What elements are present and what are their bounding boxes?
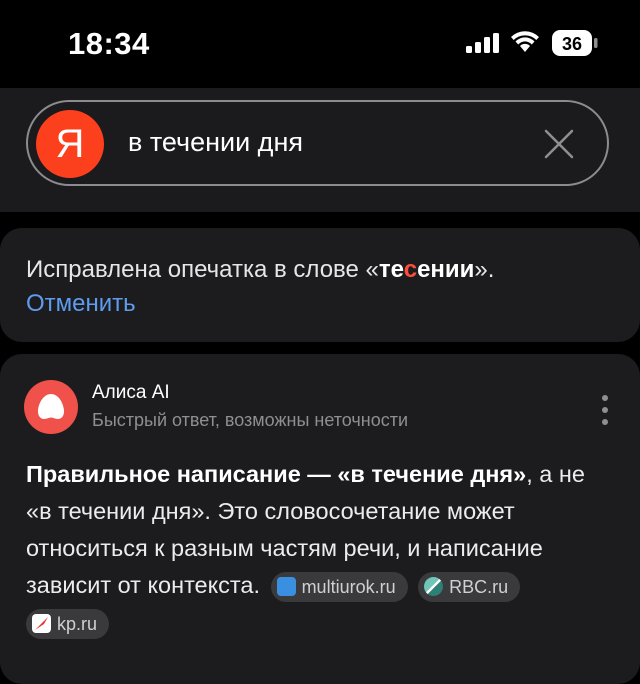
- more-options-icon[interactable]: [600, 394, 610, 426]
- alice-disclaimer: Быстрый ответ, возможны неточности: [92, 410, 409, 430]
- source-chip-multiurok[interactable]: multiurok.ru: [270, 571, 408, 602]
- answer-bold: Правильное написание — «в течение дня»: [26, 461, 527, 487]
- alice-name: Алиса AI: [92, 382, 170, 403]
- cellular-signal-icon: [466, 33, 499, 53]
- yandex-logo[interactable]: Я: [36, 110, 104, 178]
- corrected-word-part1: те: [378, 256, 404, 283]
- answer-text: Правильное написание — «в течение дня», …: [26, 456, 616, 641]
- rbc-icon: [424, 577, 444, 597]
- search-query[interactable]: в течении дня: [128, 127, 303, 158]
- corrected-letter: с: [403, 256, 418, 283]
- typo-suffix: ».: [474, 256, 495, 283]
- source-chip-rbc[interactable]: RBC.ru: [418, 571, 521, 602]
- source-chip-kp[interactable]: kp.ru: [26, 608, 110, 639]
- search-header: Я в течении дня: [0, 88, 640, 212]
- status-bar: 18:34 36: [0, 0, 640, 88]
- alice-logo-icon: [24, 380, 78, 434]
- corrected-word-part2: ении: [417, 256, 475, 283]
- yandex-logo-letter: Я: [55, 121, 85, 166]
- search-input[interactable]: Я в течении дня: [26, 100, 609, 186]
- typo-correction-card: Исправлена опечатка в слове «тесении». О…: [0, 228, 640, 342]
- source-label: kp.ru: [57, 613, 98, 634]
- multiurok-icon: [276, 577, 296, 597]
- status-time: 18:34: [68, 26, 150, 61]
- close-icon[interactable]: [541, 126, 577, 162]
- alice-answer-card: Алиса AI Быстрый ответ, возможны неточно…: [0, 354, 640, 684]
- battery-level: 36: [562, 34, 582, 54]
- source-label: multiurok.ru: [301, 576, 396, 597]
- source-label: RBC.ru: [449, 576, 509, 597]
- undo-correction-link[interactable]: Отменить: [26, 290, 136, 318]
- kp-icon: [32, 614, 51, 634]
- battery-icon: 36: [552, 30, 598, 61]
- typo-message: Исправлена опечатка в слове «тесении».: [26, 256, 494, 284]
- wifi-icon: [511, 31, 539, 52]
- typo-prefix: Исправлена опечатка в слове «: [26, 256, 379, 283]
